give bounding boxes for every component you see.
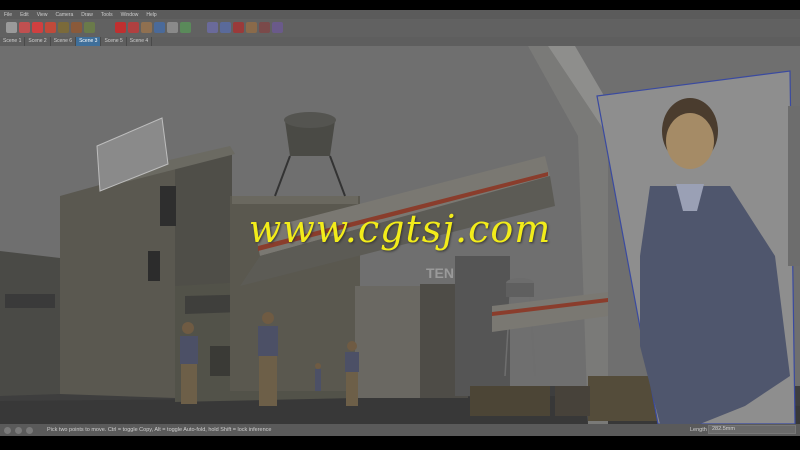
arc-icon[interactable] [45,22,56,33]
tab-scene[interactable]: Scene 1 [0,37,26,46]
credits-icon[interactable] [15,426,22,434]
main-toolbar [0,19,800,38]
menu-window[interactable]: Window [117,12,143,18]
rectangle-icon[interactable] [84,22,95,33]
scene-tabs: Scene 1 Scene 2 Scene 6 Scene 3 Scene 5 Scene… [0,37,800,46]
tape-measure-icon[interactable] [154,22,165,33]
letterbox-top [0,0,800,10]
pan-icon[interactable] [207,22,218,33]
tab-scene[interactable]: Scene 2 [25,37,51,46]
menu-help[interactable]: Help [142,12,160,18]
menu-file[interactable]: File [0,12,16,18]
info-icon[interactable] [4,426,11,434]
orbit-icon[interactable] [180,22,191,33]
move-icon[interactable] [115,22,126,33]
menu-edit[interactable]: Edit [16,12,33,18]
zoom-icon[interactable] [220,22,231,33]
3d-viewport[interactable]: TEN www.cgtsj.com [0,46,800,424]
building-sign: TEN [426,265,454,281]
tab-scene[interactable]: Scene 4 [127,37,153,46]
eraser-icon[interactable] [19,22,30,33]
pencil-icon[interactable] [32,22,43,33]
zoom-extents-icon[interactable] [233,22,244,33]
tab-scene[interactable]: Scene 6 [51,37,77,46]
status-bar: Pick two points to move. Ctrl = toggle C… [0,424,800,436]
menu-tools[interactable]: Tools [97,12,117,18]
paint-bucket-icon[interactable] [58,22,69,33]
status-hint: Pick two points to move. Ctrl = toggle C… [47,427,272,433]
offset-icon[interactable] [141,22,152,33]
text-icon[interactable] [167,22,178,33]
rotate-icon[interactable] [128,22,139,33]
push-pull-icon[interactable] [71,22,82,33]
tab-scene[interactable]: Scene 5 [101,37,127,46]
menu-bar: File Edit View Camera Draw Tools Window Help [0,10,800,19]
menu-draw[interactable]: Draw [77,12,97,18]
select-icon[interactable] [6,22,17,33]
measurements-label: Length [690,427,707,433]
watermark-text: www.cgtsj.com [248,207,552,251]
measurements-input[interactable]: 282.5mm [708,425,796,434]
extension-icon[interactable] [272,22,283,33]
component-icon[interactable] [259,22,270,33]
warehouse-icon[interactable] [246,22,257,33]
letterbox-bottom [0,436,800,450]
help-icon[interactable] [26,426,33,434]
menu-view[interactable]: View [33,12,52,18]
tab-scene[interactable]: Scene 3 [76,37,102,46]
menu-camera[interactable]: Camera [51,12,77,18]
